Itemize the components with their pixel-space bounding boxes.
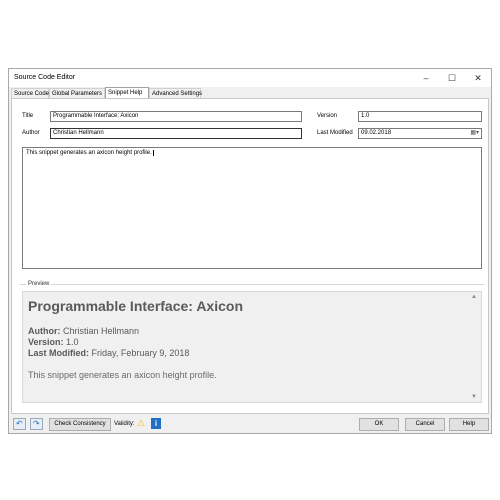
calendar-dropdown-icon[interactable]: ▦▾	[470, 129, 479, 138]
preview-group: Preview Programmable Interface: Axicon A…	[20, 277, 484, 403]
export-button[interactable]: ↷	[30, 418, 43, 430]
scroll-up-icon[interactable]: ▲	[469, 292, 479, 302]
minimize-button[interactable]: –	[413, 69, 439, 87]
maximize-button[interactable]: ☐	[439, 69, 465, 87]
description-text: This snippet generates an axicon height …	[26, 150, 152, 156]
preview-label: Preview	[26, 281, 52, 287]
help-button[interactable]: Help	[449, 418, 489, 431]
export-icon: ↷	[33, 419, 40, 428]
version-label: Version	[317, 113, 338, 119]
info-icon[interactable]: i	[151, 418, 161, 429]
preview-heading: Programmable Interface: Axicon	[28, 298, 243, 314]
last-modified-label: Last Modified	[317, 130, 353, 136]
text-cursor	[152, 150, 154, 156]
last-modified-value: 09.02.2018	[361, 130, 392, 136]
description-textarea[interactable]: This snippet generates an axicon height …	[22, 147, 482, 269]
version-field[interactable]: 1.0	[358, 111, 482, 122]
preview-version-value: 1.0	[63, 337, 79, 347]
cancel-button[interactable]: Cancel	[405, 418, 445, 431]
preview-author: Author: Christian Hellmann	[28, 326, 139, 336]
preview-modified-key: Last Modified:	[28, 348, 89, 358]
preview-version: Version: 1.0	[28, 337, 79, 347]
validity-label: Validity:	[114, 421, 135, 427]
title-field[interactable]: Programmable Interface: Axicon	[50, 111, 302, 122]
preview-last-modified: Last Modified: Friday, February 9, 2018	[28, 348, 189, 358]
preview-scrollbar[interactable]: ▲ ▼	[469, 292, 479, 402]
preview-pane[interactable]: Programmable Interface: Axicon Author: C…	[22, 291, 482, 403]
preview-author-value: Christian Hellmann	[60, 326, 140, 336]
source-code-editor-window: Source Code Editor – ☐ ✕ Source Code Glo…	[8, 68, 492, 434]
import-button[interactable]: ↶	[13, 418, 26, 430]
import-icon: ↶	[16, 419, 23, 428]
footer-bar: ↶ ↷ Check Consistency Validity: ⚠ i OK C…	[9, 414, 491, 434]
ok-button[interactable]: OK	[359, 418, 399, 431]
title-label: Title	[22, 113, 34, 119]
check-consistency-button[interactable]: Check Consistency	[49, 418, 111, 431]
close-button[interactable]: ✕	[465, 69, 491, 87]
preview-modified-value: Friday, February 9, 2018	[89, 348, 190, 358]
preview-description: This snippet generates an axicon height …	[28, 370, 217, 380]
snippet-help-panel: Title Programmable Interface: Axicon Aut…	[11, 98, 489, 414]
author-label: Author	[22, 130, 40, 136]
preview-version-key: Version:	[28, 337, 64, 347]
title-bar[interactable]: Source Code Editor – ☐ ✕	[9, 69, 491, 87]
preview-group-border	[20, 284, 484, 285]
scroll-down-icon[interactable]: ▼	[469, 392, 479, 402]
author-field[interactable]: Christian Hellmann	[50, 128, 302, 139]
warning-icon[interactable]: ⚠	[137, 418, 145, 429]
preview-author-key: Author:	[28, 326, 61, 336]
window-title: Source Code Editor	[14, 74, 76, 81]
last-modified-date-picker[interactable]: 09.02.2018 ▦▾	[358, 128, 482, 139]
